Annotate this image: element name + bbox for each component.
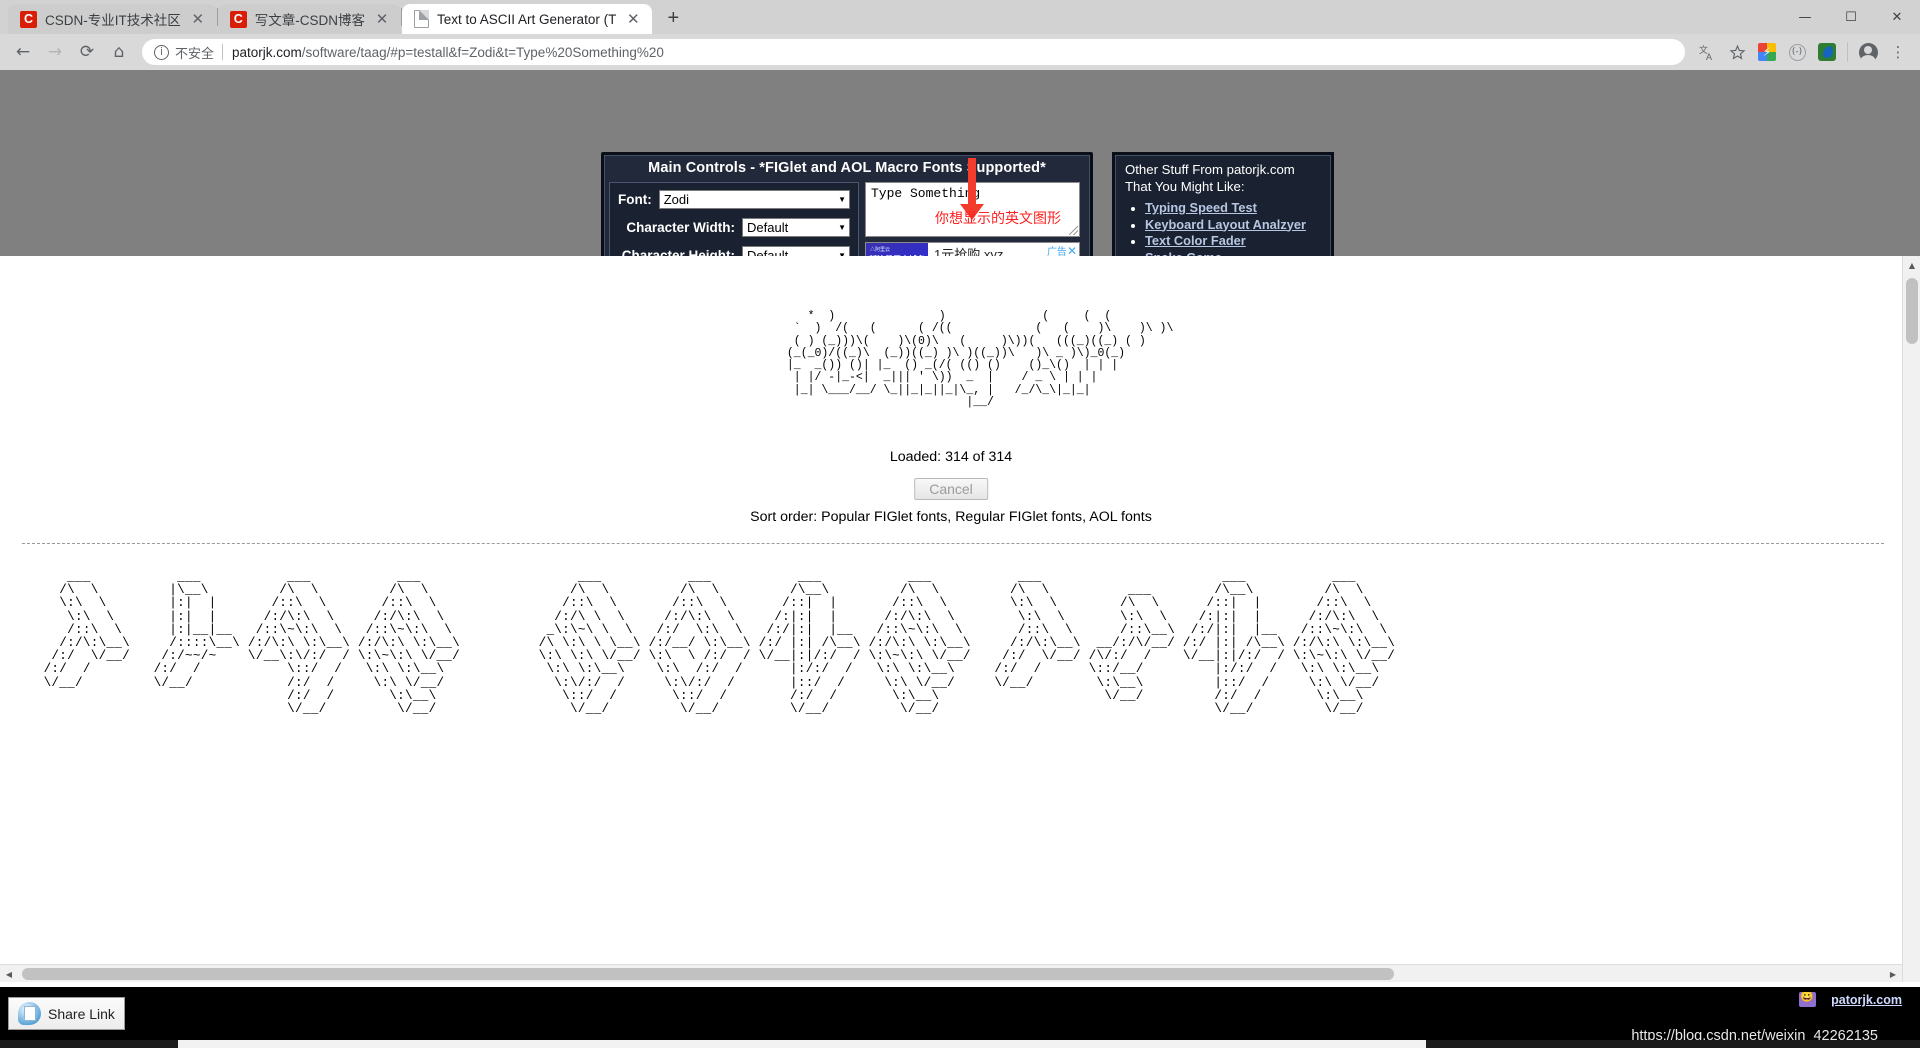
tab-title: Text to ASCII Art Generator (T [437,11,617,27]
resize-grip-icon[interactable] [1069,226,1078,235]
taskbar-peek [0,1040,1920,1048]
link-keyboard-layout-analyzer[interactable]: Keyboard Layout Analzyer [1145,217,1306,232]
list-item: Typing Speed Test [1145,200,1321,215]
cancel-button[interactable]: Cancel [914,478,988,500]
security-label: 不安全 [175,45,215,61]
close-icon[interactable]: ✕ [373,10,391,28]
scroll-up-icon[interactable]: ▲ [1903,256,1920,274]
url-path: /software/taag/#p=testall&f=Zodi&t=Type%… [301,44,664,60]
maximize-icon[interactable]: ☐ [1828,0,1874,34]
reload-icon[interactable]: ⟳ [72,37,102,67]
link-text-color-fader[interactable]: Text Color Fader [1145,233,1246,248]
forward-icon[interactable]: → [40,37,70,67]
translate-icon[interactable]: 文A [1693,38,1721,66]
result-ascii-art: ___ ___ ___ ___ ___ ___ ___ ___ ___ ___ … [43,570,1396,717]
preview-ascii-art: * ) ) ( ( ( ` ) /( ( ( /(( ( ( )\ )\ )\ … [786,310,1174,410]
list-item: Text Color Fader [1145,233,1321,248]
divider [222,44,224,60]
character-width-value: Default [747,220,789,235]
chevron-down-icon: ▼ [838,195,846,204]
browser-tab-csdn-community[interactable]: C CSDN-专业IT技术社区 ✕ [8,4,217,34]
other-stuff-heading-line2: That You Might Like: [1125,178,1245,194]
csdn-icon: C [20,10,37,28]
ad-thumb-line1: △阿里云 [870,247,891,253]
tab-title: 写文章-CSDN博客 [254,13,365,28]
bottom-bar: Share Link patorjk.com https://blog.csdn… [0,987,1920,1048]
url-host: patorjk.com [232,44,302,60]
loaded-status-text: Loaded: 314 of 314 [889,449,1013,465]
share-link-label: Share Link [48,1005,115,1022]
address-bar[interactable]: i 不安全 patorjk.com/software/taag/#p=testa… [142,39,1685,65]
close-icon[interactable]: ✕ [624,10,642,28]
divider [22,543,1884,544]
character-width-select[interactable]: Default ▼ [742,218,850,237]
browser-tab-csdn-write[interactable]: C 写文章-CSDN博客 ✕ [217,4,401,34]
vertical-scrollbar-thumb[interactable] [1906,278,1918,344]
chrome-menu-icon[interactable]: ⋮ [1884,38,1912,66]
character-width-label: Character Width: [626,220,735,235]
minimize-icon[interactable]: — [1782,0,1828,34]
home-icon[interactable]: ⌂ [104,37,134,67]
extension-flash-icon[interactable] [1753,38,1781,66]
divider [1847,42,1848,62]
browser-toolbar: ← → ⟳ ⌂ i 不安全 patorjk.com/software/taag/… [0,34,1920,70]
horizontal-scrollbar-thumb[interactable] [22,968,1394,980]
font-select[interactable]: Zodi ▼ [658,190,850,209]
url-text: patorjk.com/software/taag/#p=testall&f=Z… [232,45,664,60]
extension-globe-icon[interactable] [1813,38,1841,66]
annotation-input-hint: 你想显示的英文图形 [935,211,1061,227]
page-viewport: Main Controls - *FIGlet and AOL Macro Fo… [0,70,1920,982]
vertical-scrollbar[interactable]: ▲ ▼ [1902,256,1920,982]
window-controls: — ☐ ✕ [1782,0,1920,34]
other-stuff-heading: Other Stuff From patorjk.com That You Mi… [1125,162,1321,195]
tab-strip: C CSDN-专业IT技术社区 ✕ C 写文章-CSDN博客 ✕ Text to… [0,0,1920,34]
browser-chrome: C CSDN-专业IT技术社区 ✕ C 写文章-CSDN博客 ✕ Text to… [0,0,1920,70]
profile-avatar-icon[interactable] [1854,38,1882,66]
chevron-down-icon: ▼ [838,223,846,232]
close-icon[interactable]: ✕ [189,10,207,28]
close-window-icon[interactable]: ✕ [1874,0,1920,34]
main-controls-title: Main Controls - *FIGlet and AOL Macro Fo… [648,160,1046,176]
info-icon[interactable]: i [154,44,169,60]
character-width-row: Character Width: Default ▼ [618,218,850,237]
share-icon [18,1002,41,1025]
horizontal-scrollbar[interactable]: ◀ ▶ [0,964,1902,982]
bookmark-star-icon[interactable] [1723,38,1751,66]
new-tab-button[interactable]: + [658,4,688,32]
browser-tab-taag[interactable]: Text to ASCII Art Generator (T ✕ [402,4,653,34]
link-typing-speed-test[interactable]: Typing Speed Test [1145,200,1257,215]
csdn-icon: C [229,10,247,28]
font-row: Font: Zodi ▼ [618,190,850,209]
other-stuff-heading-line1: Other Stuff From patorjk.com [1125,162,1295,177]
document-icon [414,10,429,28]
extension-smiley-icon[interactable]: (-) [1783,38,1811,66]
patorjk-favicon-icon [1799,992,1816,1007]
scroll-right-icon[interactable]: ▶ [1884,965,1902,982]
font-select-value: Zodi [663,192,690,207]
sort-order-text: Sort order: Popular FIGlet fonts, Regula… [750,509,1152,525]
svg-text:A: A [1706,52,1712,61]
share-link-button[interactable]: Share Link [8,997,125,1030]
taskbar-segment [178,1040,1426,1048]
back-icon[interactable]: ← [8,37,38,67]
patorjk-link[interactable]: patorjk.com [1831,993,1902,1007]
page-content: * ) ) ( ( ( ` ) /( ( ( /(( ( ( )\ )\ )\ … [0,256,1902,982]
scroll-left-icon[interactable]: ◀ [0,965,18,982]
tab-title: CSDN-专业IT技术社区 [45,13,181,28]
font-label: Font: [618,192,652,207]
list-item: Keyboard Layout Analzyer [1145,217,1321,232]
